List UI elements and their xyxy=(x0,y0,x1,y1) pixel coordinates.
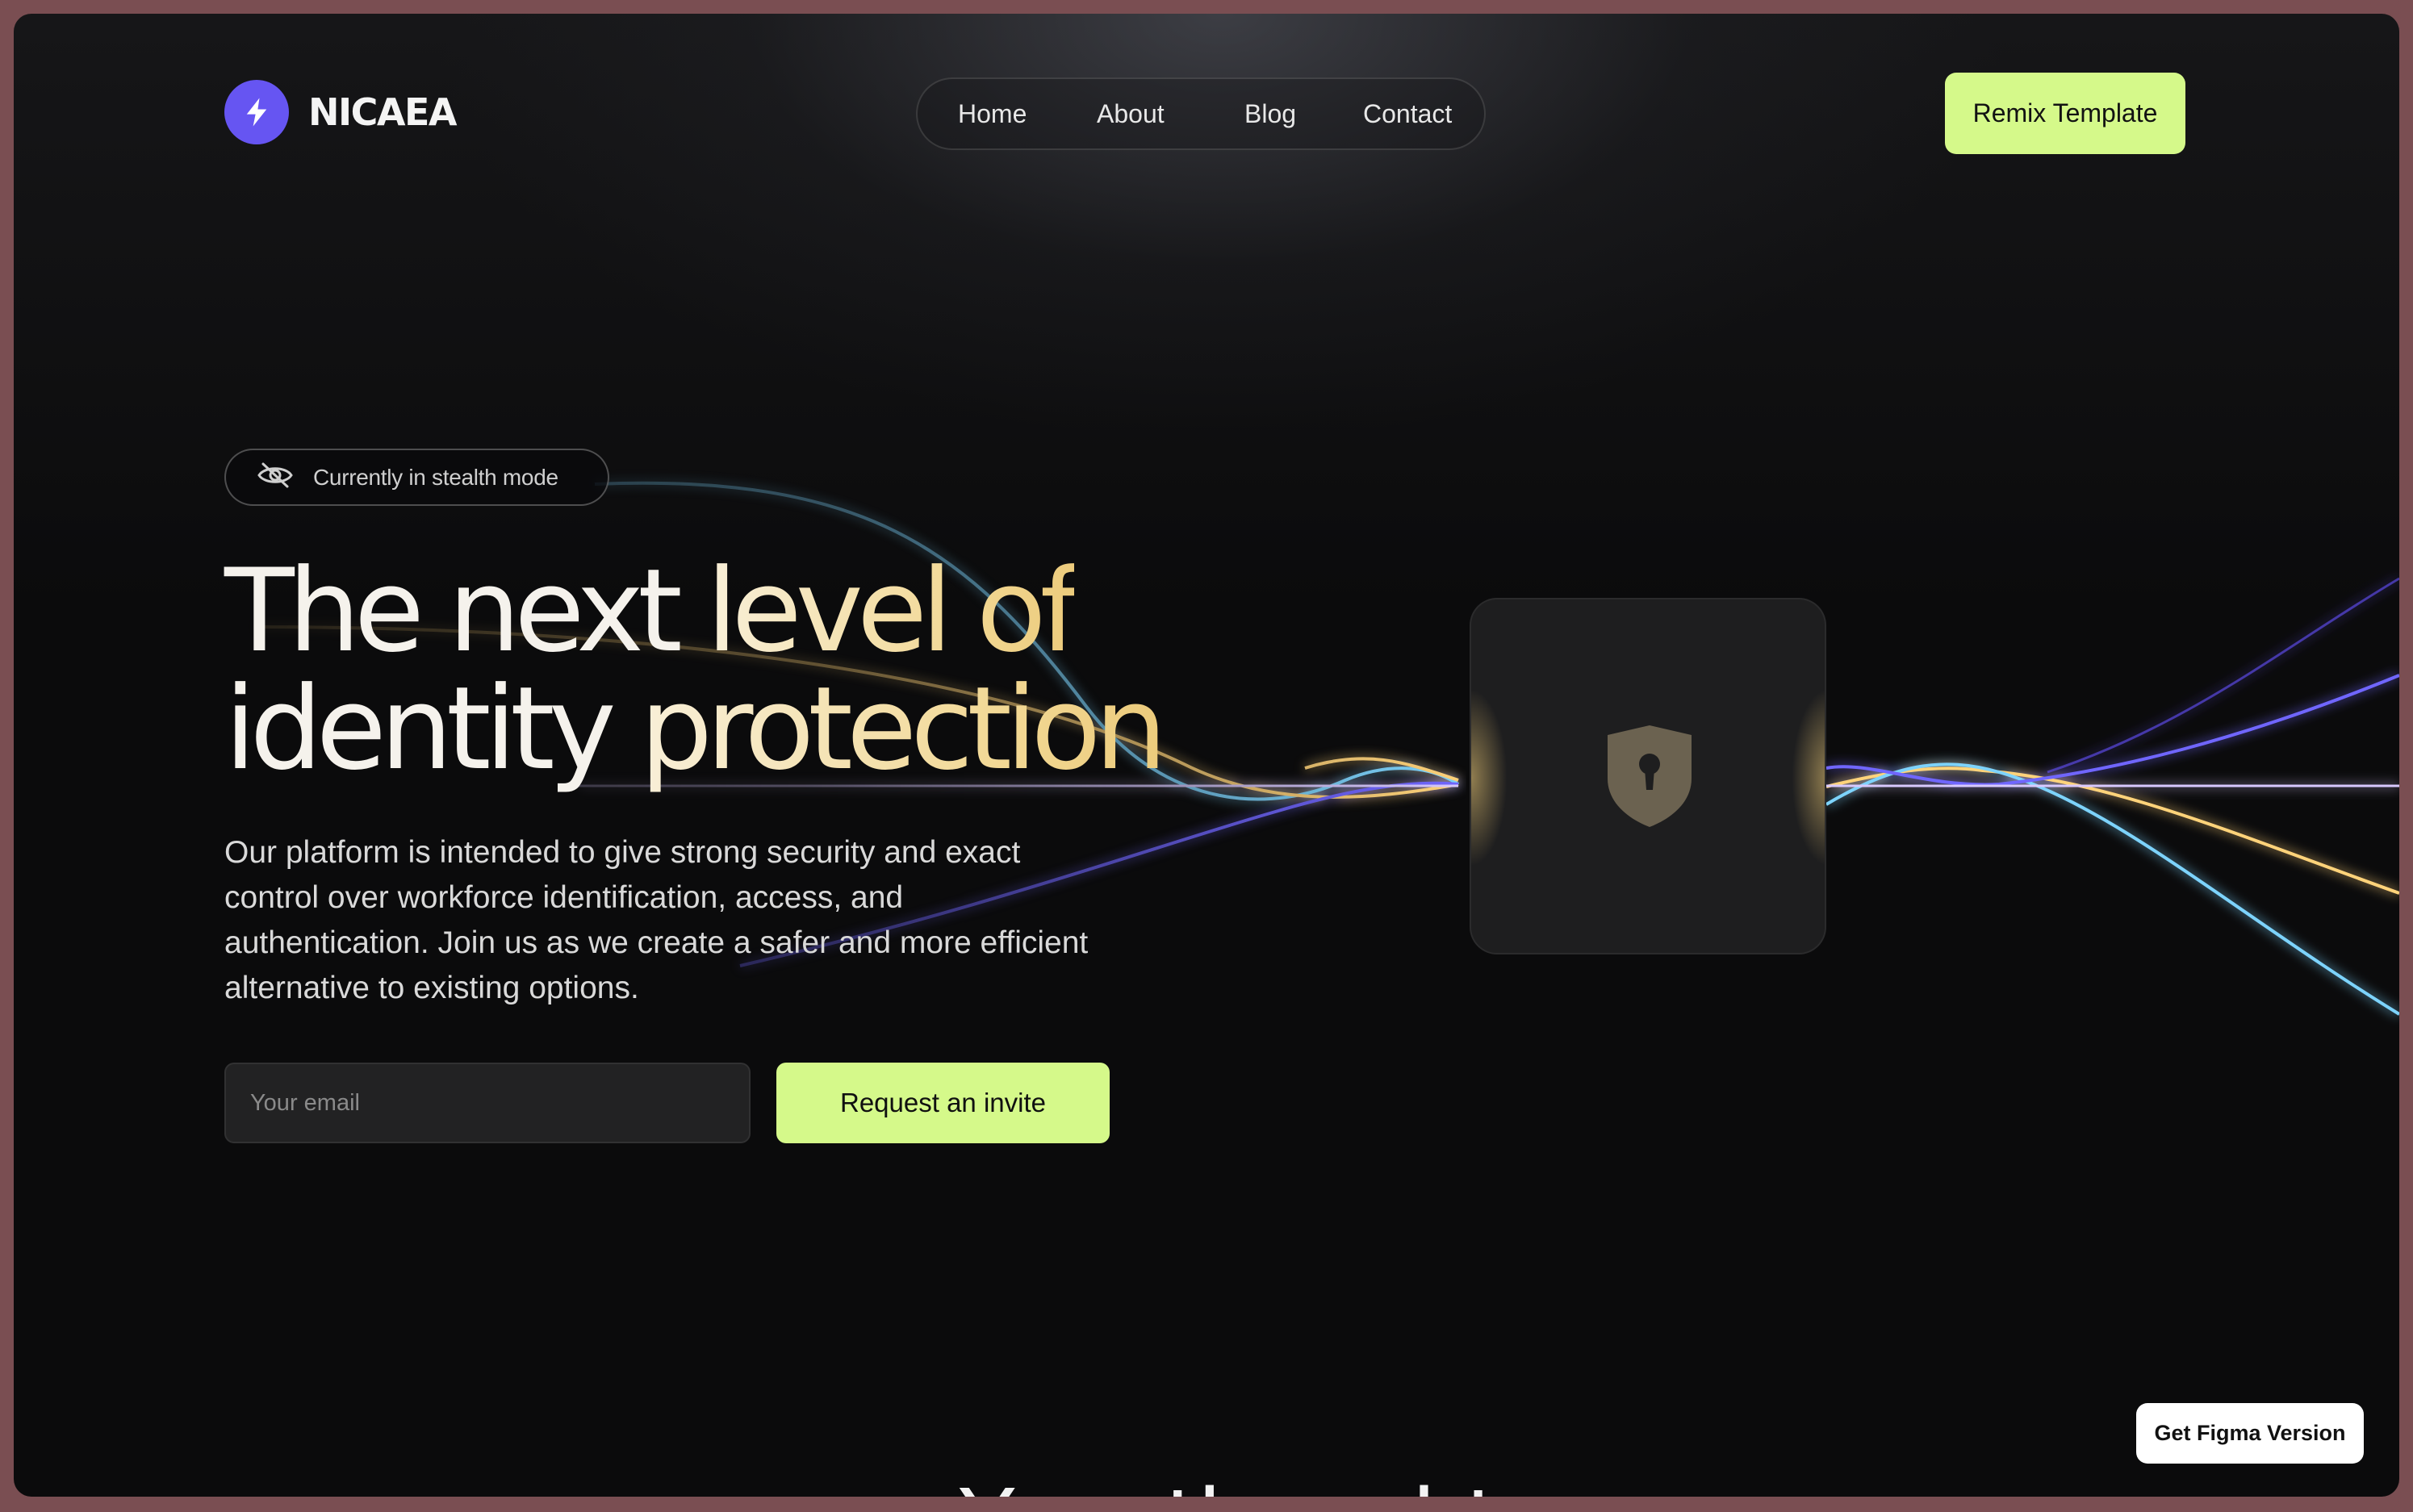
email-input[interactable] xyxy=(224,1063,751,1143)
card-glow-left xyxy=(1471,689,1508,867)
hero-title: The next level of identity protection xyxy=(224,553,1167,788)
stealth-mode-text: Currently in stealth mode xyxy=(313,464,558,490)
card-glow-right xyxy=(1792,689,1825,867)
hero-title-highlight-1: level of xyxy=(705,545,1081,678)
security-card xyxy=(1470,598,1826,954)
lightning-bolt-icon xyxy=(224,80,289,144)
hero-title-line2: identity protection xyxy=(224,662,1167,796)
nav-link-about[interactable]: About xyxy=(1097,79,1165,148)
nav-link-blog[interactable]: Blog xyxy=(1244,79,1296,148)
hero-description: Our platform is intended to give strong … xyxy=(224,835,1089,1005)
get-figma-version-button[interactable]: Get Figma Version xyxy=(2136,1403,2364,1464)
hero-title-line1: The next level of xyxy=(224,545,1081,678)
page-frame: NICAEA Home About Blog Contact Remix Tem… xyxy=(14,14,2399,1497)
nav-link-contact[interactable]: Contact xyxy=(1363,79,1452,148)
shield-keyhole-icon xyxy=(1603,722,1696,834)
remix-template-button[interactable]: Remix Template xyxy=(1945,73,2185,154)
brand-name: NICAEA xyxy=(308,90,458,134)
hero-title-highlight-2: protection xyxy=(639,662,1167,796)
nav-link-home[interactable]: Home xyxy=(958,79,1027,148)
brand-logo[interactable]: NICAEA xyxy=(224,80,458,144)
request-invite-button[interactable]: Request an invite xyxy=(776,1063,1110,1143)
stealth-mode-badge: Currently in stealth mode xyxy=(224,449,609,506)
main-nav: Home About Blog Contact xyxy=(916,77,1486,150)
next-section-heading: Your thought xyxy=(960,1471,1501,1497)
eye-off-icon xyxy=(257,462,294,493)
